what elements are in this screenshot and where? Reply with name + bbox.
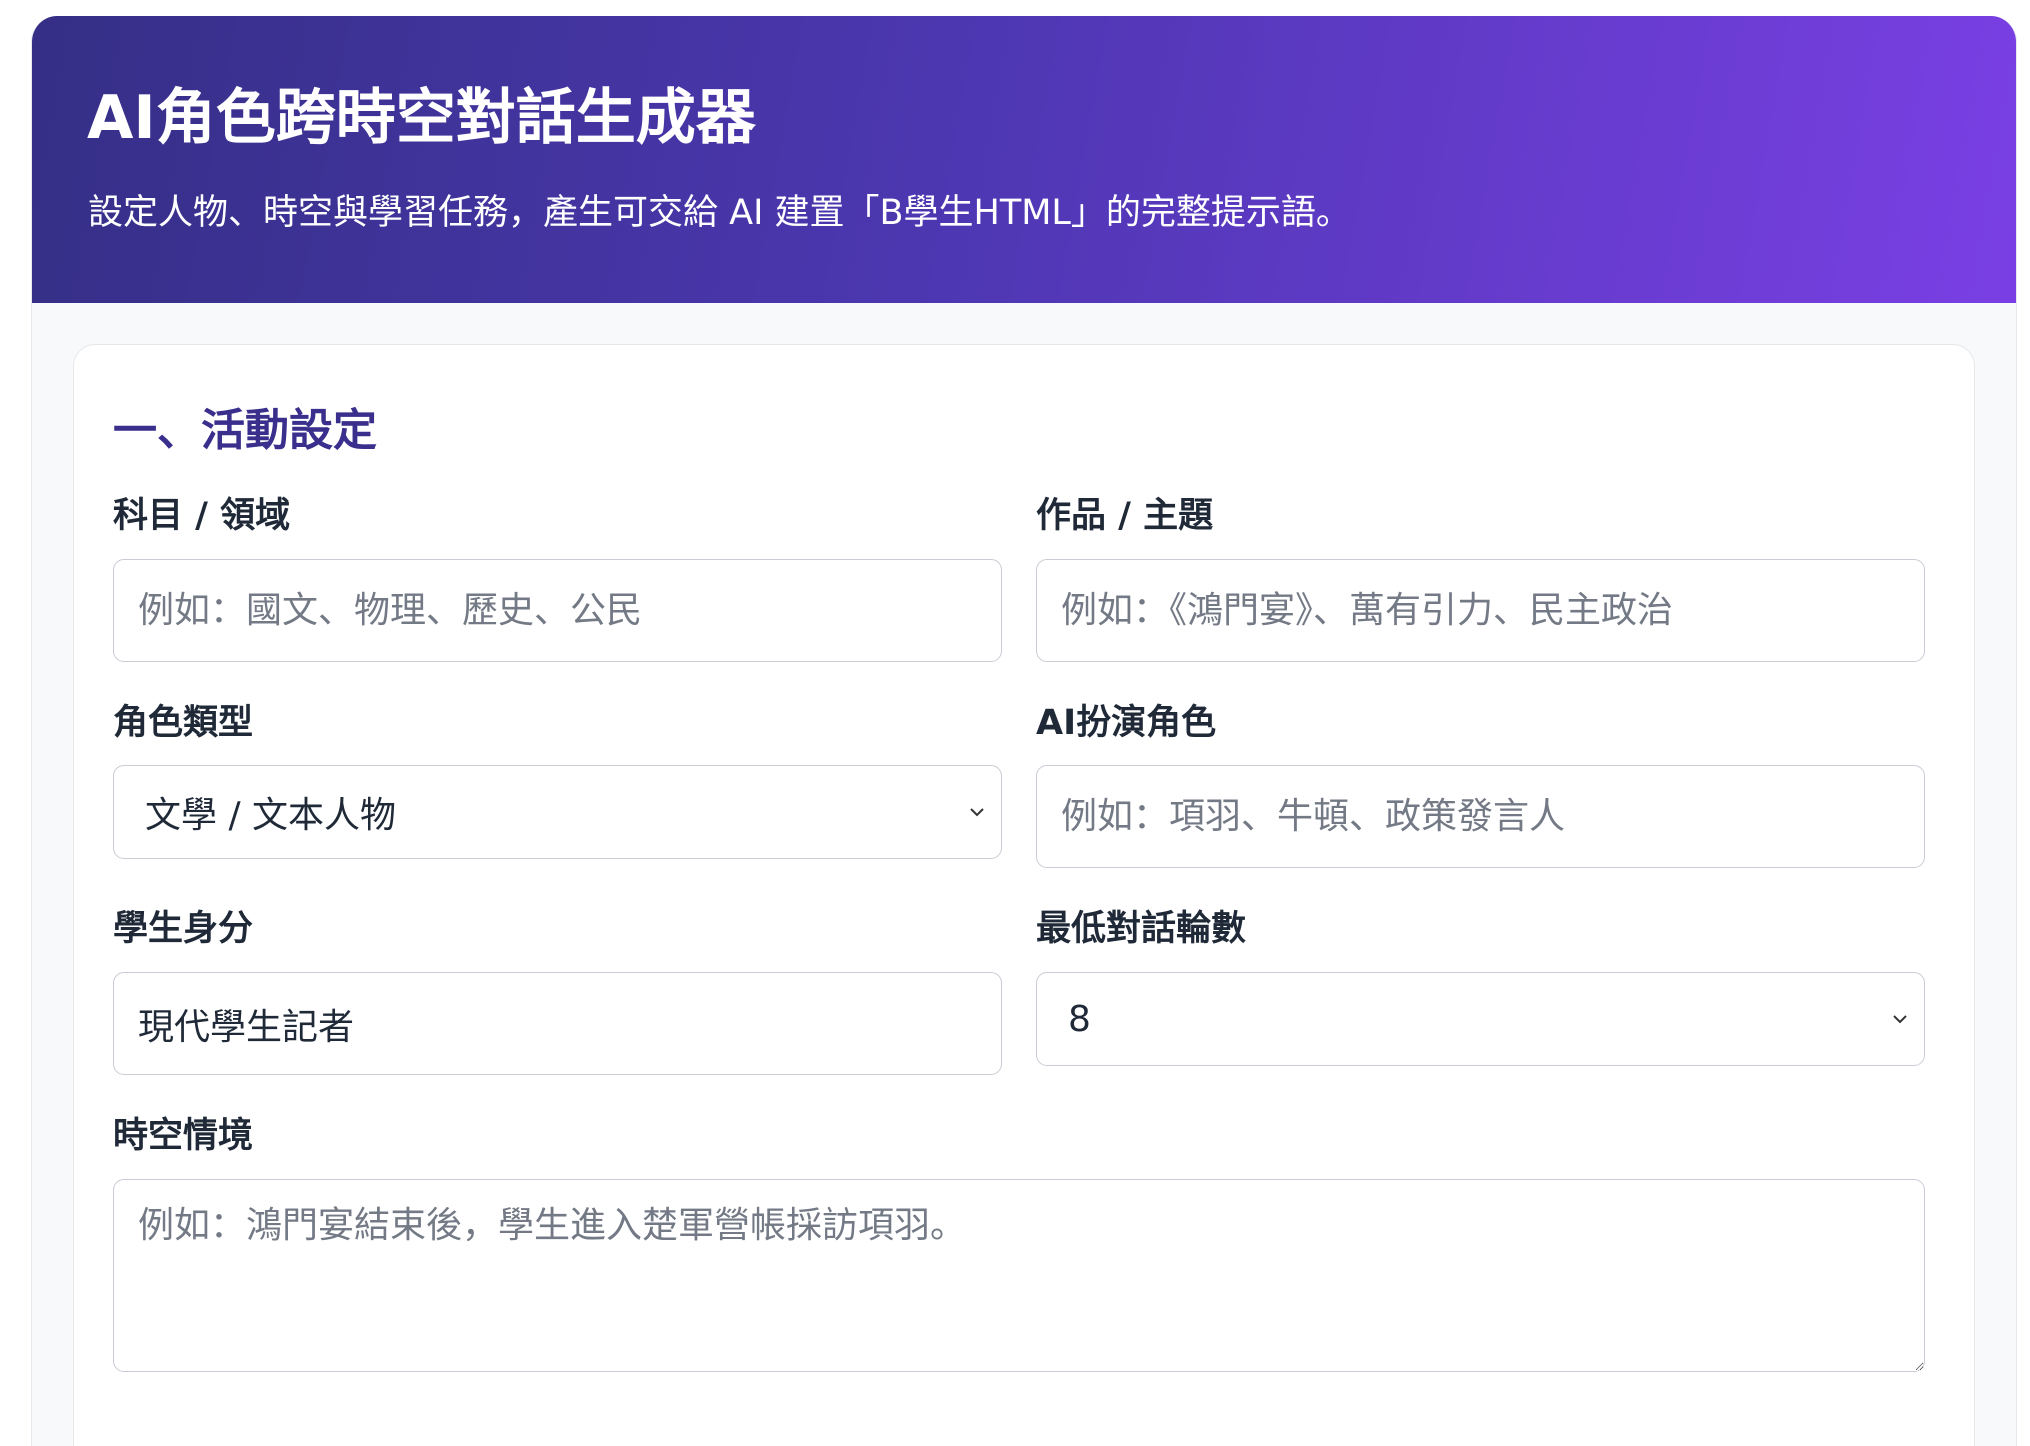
student-identity-input[interactable] [113,972,1002,1075]
ai-role-input[interactable] [1036,765,1925,868]
student-identity-label: 學生身分 [113,909,254,949]
role-type-selected-value: 文學 / 文本人物 [145,795,397,836]
ai-role-label: AI扮演角色 [1036,703,1217,743]
context-textarea[interactable] [113,1179,1925,1372]
work-label: 作品 / 主題 [1036,496,1214,536]
min-rounds-select[interactable]: 8 [1036,972,1925,1066]
subject-label: 科目 / 領域 [113,496,291,536]
work-input[interactable] [1036,559,1925,662]
context-label: 時空情境 [113,1116,254,1156]
page-title: AI角色跨時空對話生成器 [87,83,756,153]
chevron-down-icon [970,808,984,817]
subject-input[interactable] [113,559,1002,662]
role-type-select[interactable]: 文學 / 文本人物 [113,765,1002,859]
section-title: 一、活動設定 [113,405,377,456]
min-rounds-label: 最低對話輪數 [1036,909,1247,949]
min-rounds-selected-value: 8 [1068,998,1091,1040]
chevron-down-icon [1893,1015,1907,1024]
page-header: AI角色跨時空對話生成器 設定人物、時空與學習任務，產生可交給 AI 建置「B學… [32,16,2016,303]
app-window: AI角色跨時空對話生成器 設定人物、時空與學習任務，產生可交給 AI 建置「B學… [31,16,2017,1446]
activity-settings-card: 一、活動設定 科目 / 領域 作品 / 主題 角色類型 文學 / 文本人物 AI… [73,344,1975,1446]
page-subtitle: 設定人物、時空與學習任務，產生可交給 AI 建置「B學生HTML」的完整提示語。 [88,193,1351,233]
role-type-label: 角色類型 [113,703,254,743]
